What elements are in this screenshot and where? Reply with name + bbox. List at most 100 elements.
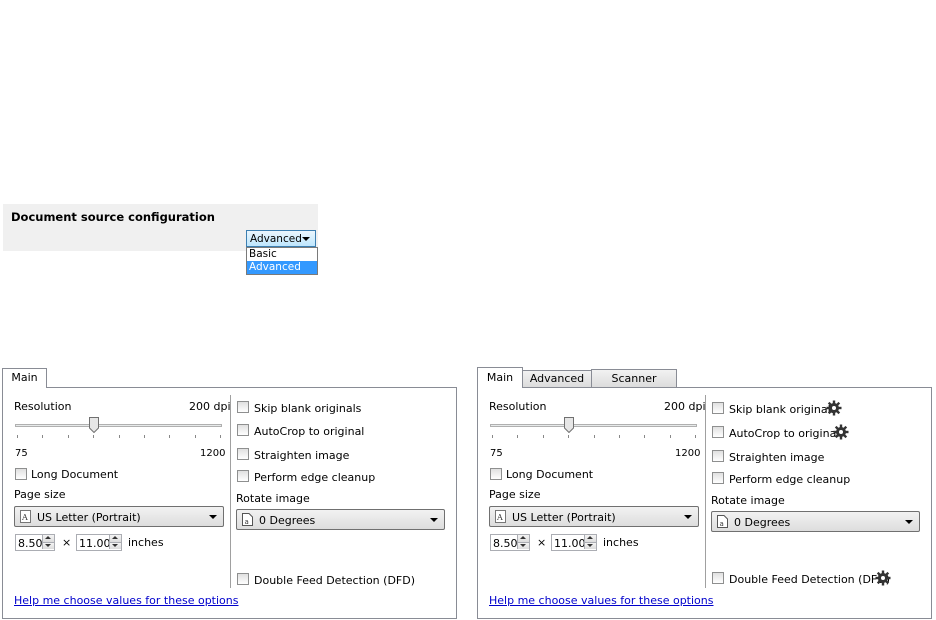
source-option-advanced[interactable]: Advanced	[247, 261, 317, 274]
dfd-checkbox[interactable]	[712, 572, 724, 584]
slider-tick	[644, 435, 645, 438]
autocrop-checkbox[interactable]	[712, 426, 724, 438]
edge-cleanup-checkbox[interactable]	[237, 470, 249, 482]
stepper-down-button[interactable]	[517, 542, 529, 549]
times-sign: ×	[537, 536, 547, 549]
skip-blank-checkbox[interactable]	[237, 401, 249, 413]
resolution-slider[interactable]	[15, 424, 222, 427]
resolution-value: 200 dpi	[189, 400, 231, 413]
tab-scanner[interactable]: Scanner	[591, 369, 677, 388]
autocrop-label: AutoCrop to original	[729, 427, 840, 440]
height-stepper[interactable]: 11.00	[76, 534, 122, 551]
height-value: 11.00	[554, 537, 586, 550]
slider-tick	[169, 435, 170, 438]
svg-text:A: A	[21, 513, 28, 522]
dfd-label: Double Feed Detection (DFD)	[729, 573, 890, 586]
dfd-checkbox[interactable]	[237, 573, 249, 585]
page-size-icon: A	[495, 510, 506, 523]
document-rotate-icon: a	[717, 515, 728, 528]
straighten-label: Straighten image	[729, 451, 825, 464]
rotate-image-select[interactable]: a 0 Degrees	[236, 509, 445, 530]
skip-blank-label: Skip blank originals	[729, 403, 837, 416]
slider-min-label: 75	[490, 448, 503, 459]
slider-tick	[119, 435, 120, 438]
resolution-slider-thumb[interactable]	[564, 417, 574, 433]
stepper-down-button[interactable]	[109, 542, 121, 549]
slider-tick	[93, 435, 94, 438]
straighten-label: Straighten image	[254, 449, 350, 462]
resolution-label: Resolution	[489, 400, 547, 413]
long-document-checkbox[interactable]	[490, 468, 502, 480]
straighten-checkbox[interactable]	[712, 450, 724, 462]
edge-cleanup-label: Perform edge cleanup	[729, 473, 851, 486]
tab-main[interactable]: Main	[477, 367, 523, 388]
slider-tick	[670, 435, 671, 438]
width-stepper[interactable]: 8.50	[490, 534, 530, 551]
slider-min-label: 75	[15, 448, 28, 459]
times-sign: ×	[62, 536, 72, 549]
stepper-up-button[interactable]	[517, 535, 529, 542]
units-label: inches	[603, 536, 639, 549]
units-label: inches	[128, 536, 164, 549]
long-document-label: Long Document	[31, 468, 119, 481]
straighten-checkbox[interactable]	[237, 448, 249, 460]
long-document-checkbox[interactable]	[15, 468, 27, 480]
source-config-selected-value: Advanced	[250, 233, 302, 245]
page-size-select[interactable]: A US Letter (Portrait)	[14, 506, 224, 527]
slider-tick	[42, 435, 43, 438]
rotate-image-label: Rotate image	[711, 494, 785, 507]
document-rotate-icon: a	[242, 513, 253, 526]
stepper-up-button[interactable]	[109, 535, 121, 542]
source-option-basic[interactable]: Basic	[247, 248, 317, 261]
skip-blank-label: Skip blank originals	[254, 402, 362, 415]
rotate-image-select[interactable]: a 0 Degrees	[711, 511, 920, 532]
width-value: 8.50	[18, 537, 43, 550]
stepper-up-button[interactable]	[42, 535, 54, 542]
slider-tick	[492, 435, 493, 438]
help-link[interactable]: Help me choose values for these options	[14, 594, 239, 607]
slider-tick	[68, 435, 69, 438]
edge-cleanup-checkbox[interactable]	[712, 472, 724, 484]
slider-max-label: 1200	[675, 448, 701, 459]
stepper-down-button[interactable]	[584, 542, 596, 549]
tab-advanced[interactable]: Advanced	[522, 370, 592, 388]
resolution-slider[interactable]	[490, 424, 697, 427]
gear-icon[interactable]	[826, 400, 842, 416]
gear-icon[interactable]	[875, 570, 891, 586]
edge-cleanup-label: Perform edge cleanup	[254, 471, 376, 484]
stepper-up-button[interactable]	[584, 535, 596, 542]
page-size-select[interactable]: A US Letter (Portrait)	[489, 506, 699, 527]
height-value: 11.00	[79, 537, 111, 550]
divider	[705, 395, 706, 588]
help-link[interactable]: Help me choose values for these options	[489, 594, 714, 607]
chevron-down-icon	[905, 520, 913, 524]
width-value: 8.50	[493, 537, 518, 550]
gear-icon[interactable]	[833, 424, 849, 440]
divider	[230, 395, 231, 588]
chevron-down-icon	[430, 518, 438, 522]
page-size-icon: A	[20, 510, 31, 523]
page-size-value: US Letter (Portrait)	[512, 511, 616, 524]
slider-max-label: 1200	[200, 448, 226, 459]
tab-main[interactable]: Main	[2, 368, 47, 388]
width-stepper[interactable]: 8.50	[15, 534, 55, 551]
slider-tick	[543, 435, 544, 438]
height-stepper[interactable]: 11.00	[551, 534, 597, 551]
resolution-slider-thumb[interactable]	[89, 417, 99, 433]
autocrop-checkbox[interactable]	[237, 424, 249, 436]
resolution-value: 200 dpi	[664, 400, 706, 413]
stepper-down-button[interactable]	[42, 542, 54, 549]
chevron-down-icon	[209, 515, 217, 519]
slider-tick	[17, 435, 18, 438]
slider-tick	[695, 435, 696, 438]
slider-tick	[144, 435, 145, 438]
page-size-label: Page size	[489, 488, 541, 501]
page-size-label: Page size	[14, 488, 66, 501]
svg-text:a: a	[245, 518, 249, 526]
skip-blank-checkbox[interactable]	[712, 402, 724, 414]
source-config-dropdown-list: Basic Advanced	[246, 247, 318, 275]
slider-tick	[195, 435, 196, 438]
source-config-select[interactable]: Advanced	[246, 230, 316, 247]
resolution-label: Resolution	[14, 400, 72, 413]
chevron-down-icon	[302, 237, 310, 241]
